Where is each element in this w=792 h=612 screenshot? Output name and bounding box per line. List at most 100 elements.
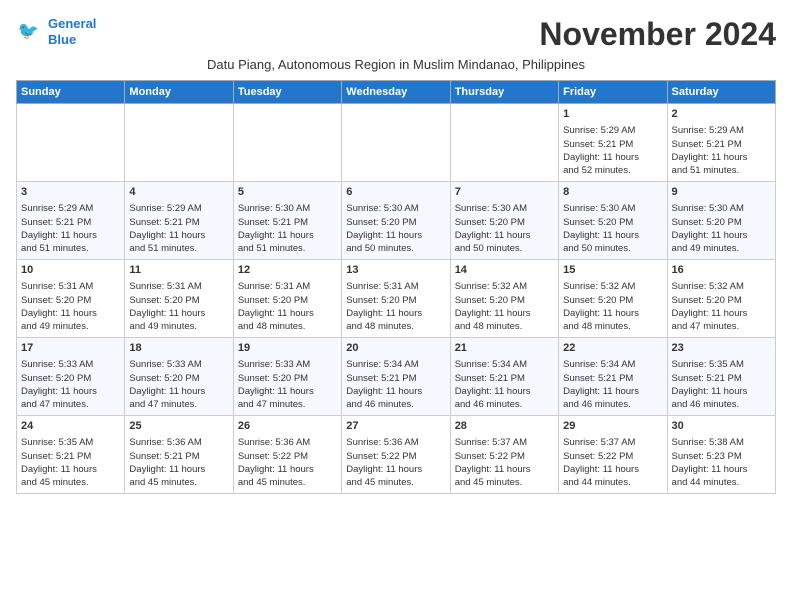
day-info: Daylight: 11 hours (346, 307, 445, 320)
day-info: Daylight: 11 hours (129, 385, 228, 398)
week-row-2: 3Sunrise: 5:29 AMSunset: 5:21 PMDaylight… (17, 182, 776, 260)
day-header-saturday: Saturday (667, 81, 775, 104)
day-number: 14 (455, 263, 554, 278)
day-info: Sunset: 5:21 PM (563, 138, 662, 151)
empty-cell (233, 104, 341, 182)
day-header-thursday: Thursday (450, 81, 558, 104)
day-info: Daylight: 11 hours (238, 385, 337, 398)
day-info: Daylight: 11 hours (129, 463, 228, 476)
day-info: Sunset: 5:21 PM (455, 372, 554, 385)
day-info: Sunset: 5:20 PM (672, 294, 771, 307)
day-info: Sunrise: 5:33 AM (129, 358, 228, 371)
day-info: Daylight: 11 hours (672, 385, 771, 398)
day-info: Sunrise: 5:32 AM (672, 280, 771, 293)
day-cell-27: 27Sunrise: 5:36 AMSunset: 5:22 PMDayligh… (342, 416, 450, 494)
day-info: and 48 minutes. (563, 320, 662, 333)
day-cell-4: 4Sunrise: 5:29 AMSunset: 5:21 PMDaylight… (125, 182, 233, 260)
day-info: Daylight: 11 hours (563, 229, 662, 242)
day-number: 2 (672, 107, 771, 122)
day-cell-7: 7Sunrise: 5:30 AMSunset: 5:20 PMDaylight… (450, 182, 558, 260)
day-info: Sunrise: 5:29 AM (563, 124, 662, 137)
day-info: Sunset: 5:21 PM (238, 216, 337, 229)
day-number: 17 (21, 341, 120, 356)
week-row-4: 17 Sunrise: 5:33 AM Sunset: 5:20 PM Dayligh… (17, 338, 776, 416)
day-info: and 45 minutes. (346, 476, 445, 489)
day-cell-12: 12Sunrise: 5:31 AMSunset: 5:20 PMDayligh… (233, 260, 341, 338)
day-cell-24: 24Sunrise: 5:35 AMSunset: 5:21 PMDayligh… (17, 416, 125, 494)
day-info: and 48 minutes. (238, 320, 337, 333)
day-cell-10: 10Sunrise: 5:31 AMSunset: 5:20 PMDayligh… (17, 260, 125, 338)
day-header-wednesday: Wednesday (342, 81, 450, 104)
day-cell-19: 19Sunrise: 5:33 AMSunset: 5:20 PMDayligh… (233, 338, 341, 416)
logo: 🐦 General Blue (16, 16, 96, 47)
day-number: 7 (455, 185, 554, 200)
day-info: Sunset: 5:20 PM (129, 294, 228, 307)
empty-cell (342, 104, 450, 182)
week-row-1: 1Sunrise: 5:29 AMSunset: 5:21 PMDaylight… (17, 104, 776, 182)
day-info: Daylight: 11 hours (672, 307, 771, 320)
day-cell-11: 11Sunrise: 5:31 AMSunset: 5:20 PMDayligh… (125, 260, 233, 338)
day-info: Daylight: 11 hours (21, 229, 120, 242)
logo-line1: General (48, 16, 96, 31)
day-info: Sunrise: 5:31 AM (238, 280, 337, 293)
day-info: and 52 minutes. (563, 164, 662, 177)
day-info: Daylight: 11 hours (346, 385, 445, 398)
day-info: Sunrise: 5:30 AM (563, 202, 662, 215)
day-number: 6 (346, 185, 445, 200)
day-info: and 48 minutes. (346, 320, 445, 333)
day-info: Sunset: 5:21 PM (21, 216, 120, 229)
day-cell-23: 23Sunrise: 5:35 AMSunset: 5:21 PMDayligh… (667, 338, 775, 416)
day-info: and 47 minutes. (238, 398, 337, 411)
day-cell-15: 15Sunrise: 5:32 AMSunset: 5:20 PMDayligh… (559, 260, 667, 338)
day-info: Sunrise: 5:29 AM (129, 202, 228, 215)
day-info: Daylight: 11 hours (672, 463, 771, 476)
day-cell-9: 9Sunrise: 5:30 AMSunset: 5:20 PMDaylight… (667, 182, 775, 260)
day-number: 9 (672, 185, 771, 200)
day-info: Sunset: 5:23 PM (672, 450, 771, 463)
day-info: Sunset: 5:21 PM (563, 372, 662, 385)
day-info: Daylight: 11 hours (129, 307, 228, 320)
day-info: and 47 minutes. (672, 320, 771, 333)
day-cell-8: 8Sunrise: 5:30 AMSunset: 5:20 PMDaylight… (559, 182, 667, 260)
day-number: 23 (672, 341, 771, 356)
day-info: Sunrise: 5:34 AM (563, 358, 662, 371)
day-cell-29: 29Sunrise: 5:37 AMSunset: 5:22 PMDayligh… (559, 416, 667, 494)
day-header-friday: Friday (559, 81, 667, 104)
subtitle: Datu Piang, Autonomous Region in Muslim … (16, 57, 776, 72)
day-info: Sunset: 5:20 PM (21, 372, 120, 385)
day-number: 27 (346, 419, 445, 434)
day-header-monday: Monday (125, 81, 233, 104)
day-info: Daylight: 11 hours (455, 463, 554, 476)
day-number: 15 (563, 263, 662, 278)
day-number: 12 (238, 263, 337, 278)
day-cell-14: 14Sunrise: 5:32 AMSunset: 5:20 PMDayligh… (450, 260, 558, 338)
week-row-5: 24Sunrise: 5:35 AMSunset: 5:21 PMDayligh… (17, 416, 776, 494)
day-cell-18: 18Sunrise: 5:33 AMSunset: 5:20 PMDayligh… (125, 338, 233, 416)
day-info: Daylight: 11 hours (455, 385, 554, 398)
day-info: Daylight: 11 hours (21, 307, 120, 320)
day-info: and 50 minutes. (455, 242, 554, 255)
day-number: 16 (672, 263, 771, 278)
day-cell-22: 22Sunrise: 5:34 AMSunset: 5:21 PMDayligh… (559, 338, 667, 416)
day-info: and 51 minutes. (238, 242, 337, 255)
day-number: 10 (21, 263, 120, 278)
day-info: Daylight: 11 hours (238, 463, 337, 476)
day-info: Daylight: 11 hours (563, 151, 662, 164)
empty-cell (17, 104, 125, 182)
day-info: and 49 minutes. (129, 320, 228, 333)
day-info: and 45 minutes. (21, 476, 120, 489)
day-cell-20: 20Sunrise: 5:34 AMSunset: 5:21 PMDayligh… (342, 338, 450, 416)
day-info: and 45 minutes. (455, 476, 554, 489)
day-info: and 46 minutes. (672, 398, 771, 411)
day-info: Sunset: 5:20 PM (346, 294, 445, 307)
day-info: Sunrise: 5:36 AM (238, 436, 337, 449)
day-info: Sunrise: 5:37 AM (455, 436, 554, 449)
day-info: and 45 minutes. (129, 476, 228, 489)
empty-cell (450, 104, 558, 182)
day-cell-21: 21Sunrise: 5:34 AMSunset: 5:21 PMDayligh… (450, 338, 558, 416)
empty-cell (125, 104, 233, 182)
day-number: 18 (129, 341, 228, 356)
day-info: Daylight: 11 hours (455, 307, 554, 320)
day-info: Sunrise: 5:37 AM (563, 436, 662, 449)
day-cell-6: 6Sunrise: 5:30 AMSunset: 5:20 PMDaylight… (342, 182, 450, 260)
